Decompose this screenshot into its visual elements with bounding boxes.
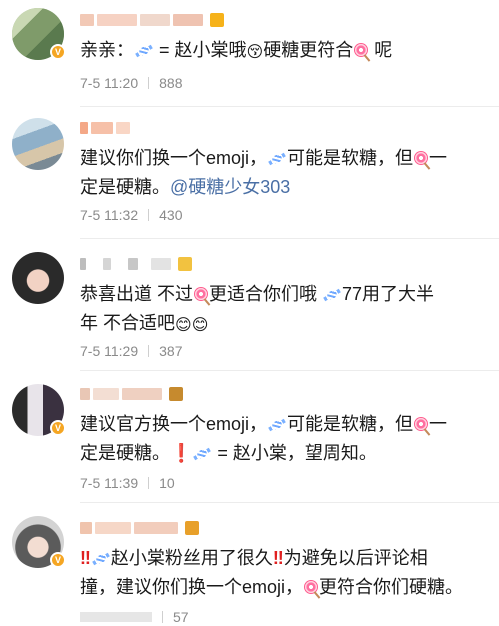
comment-text: 建议官方换一个emoji， 可能是软糖，但一 定是硬糖。❗ = 赵小棠，望周知。 xyxy=(80,414,448,463)
comment-text: ‼ 赵小棠粉丝用了很久‼为避免以后评论相 撞，建议你们换一个emoji， 更符合你们… xyxy=(80,548,464,597)
comment-4: V 建议官方换一个emoji， 可能是软糖，但一 定是硬糖。❗ = 赵小棠，望周知… xyxy=(0,370,499,503)
level-badge-icon xyxy=(185,521,199,535)
lollipop-emoji-icon xyxy=(194,287,209,301)
comment-text: 建议你们换一个emoji， 可能是软糖，但一 定是硬糖。@硬糖少女303 xyxy=(80,148,448,197)
verified-badge-icon: V xyxy=(50,44,66,60)
like-count[interactable]: 387 xyxy=(159,343,182,359)
level-badge-icon xyxy=(210,13,224,27)
comment-2: 建议你们换一个emoji， 可能是软糖，但一 定是硬糖。@硬糖少女303 7-5 … xyxy=(0,108,499,239)
verified-badge-icon: V xyxy=(50,420,66,436)
lollipop-emoji-icon xyxy=(414,151,429,165)
verified-badge-icon: V xyxy=(50,552,66,568)
level-badge-icon xyxy=(169,387,183,401)
comment-3: 恭喜出道 不过 更适合你们哦 77用了大半 年 不合适吧😊😊 7-5 11:29 … xyxy=(0,238,499,371)
kiss-emoji-icon: 😚 xyxy=(246,44,264,61)
lollipop-emoji-icon xyxy=(354,43,369,57)
like-count[interactable]: 10 xyxy=(159,475,175,491)
username-mosaic[interactable] xyxy=(80,386,183,402)
candy-emoji-icon xyxy=(268,419,286,431)
divider xyxy=(148,77,150,89)
candy-emoji-icon xyxy=(268,153,286,165)
lollipop-emoji-icon xyxy=(414,417,429,431)
divider xyxy=(148,477,150,489)
level-badge-icon xyxy=(178,257,192,271)
timestamp: 7-5 11:39 xyxy=(80,475,139,491)
double-exclamation-icon: ‼ xyxy=(272,548,284,568)
avatar[interactable] xyxy=(12,252,64,304)
lollipop-emoji-icon xyxy=(304,580,319,594)
like-count[interactable]: 430 xyxy=(159,207,182,223)
blush-emoji-icon: 😊😊 xyxy=(175,317,209,334)
comment-meta: 7-5 11:20 888 xyxy=(80,74,182,92)
divider xyxy=(148,209,150,221)
comment-text: 恭喜出道 不过 更适合你们哦 77用了大半 年 不合适吧😊😊 xyxy=(80,284,435,334)
timestamp xyxy=(80,612,152,622)
like-count[interactable]: 888 xyxy=(159,75,182,91)
comment-meta: 7-5 11:29 387 xyxy=(80,342,182,360)
username-mosaic[interactable] xyxy=(80,12,224,28)
double-exclamation-icon: ‼ xyxy=(80,548,91,568)
username-mosaic[interactable] xyxy=(80,120,133,136)
like-count[interactable]: 57 xyxy=(173,609,189,625)
timestamp: 7-5 11:20 xyxy=(80,75,139,91)
exclamation-icon: ❗ xyxy=(170,443,193,463)
candy-emoji-icon xyxy=(135,45,153,57)
comment-1: V 亲亲： = 赵小棠哦😚硬糖更符合 呢 7-5 11:20 888 xyxy=(0,0,499,108)
comment-meta: 7-5 11:39 10 xyxy=(80,474,175,492)
timestamp: 7-5 11:29 xyxy=(80,343,139,359)
comment-meta: 7-5 11:32 430 xyxy=(80,206,182,224)
username-mosaic[interactable] xyxy=(80,520,199,536)
divider xyxy=(162,611,163,623)
timestamp: 7-5 11:32 xyxy=(80,207,139,223)
username-mosaic[interactable] xyxy=(80,256,192,272)
divider xyxy=(148,345,150,357)
candy-emoji-icon xyxy=(92,553,110,565)
comment-text: 亲亲： = 赵小棠哦😚硬糖更符合 呢 xyxy=(80,40,393,61)
mention-link[interactable]: @硬糖少女303 xyxy=(170,177,290,197)
candy-emoji-icon xyxy=(323,289,341,301)
comment-5: V ‼ 赵小棠粉丝用了很久‼为避免以后评论相 撞，建议你们换一个emoji， 更符合… xyxy=(0,502,499,626)
candy-emoji-icon xyxy=(193,448,211,460)
row-divider xyxy=(80,106,499,107)
comment-meta: 57 xyxy=(80,608,189,626)
avatar[interactable] xyxy=(12,118,64,170)
